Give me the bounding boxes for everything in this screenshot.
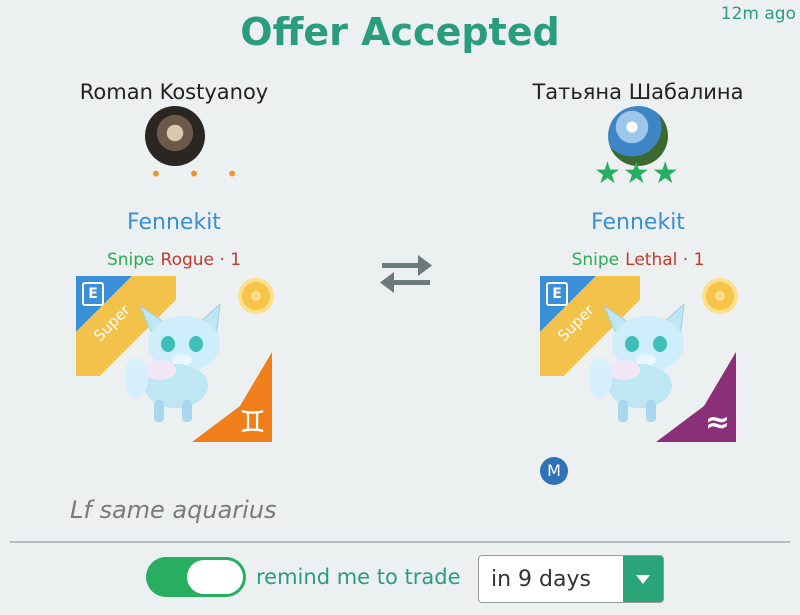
right-tag-lethal: Lethal · 1 [625, 250, 705, 270]
right-event-badge: E [546, 282, 568, 306]
right-pokemon-name[interactable]: Fennekit [488, 210, 788, 235]
timestamp: 12m ago [720, 4, 796, 24]
aquarius-icon: ≈ [704, 405, 730, 440]
left-event-badge: E [82, 282, 104, 306]
m-badge: M [540, 457, 568, 485]
left-rating-dots: • • • [150, 162, 249, 186]
toggle-knob [187, 560, 243, 594]
left-tag-rogue: Rogue · 1 [160, 250, 242, 270]
remind-toggle[interactable] [146, 557, 246, 597]
page-title: Offer Accepted [240, 10, 560, 54]
select-dropdown-button[interactable] [623, 556, 663, 602]
left-pokemon-card[interactable]: E Super ♊ [76, 276, 272, 442]
left-tags: Snipe Rogue · 1 [24, 250, 324, 270]
right-user-name[interactable]: Татьяна Шабалина [488, 80, 788, 104]
fennekit-sprite [126, 304, 221, 422]
gemini-icon: ♊ [239, 405, 266, 440]
divider [10, 541, 790, 543]
swap-arrows-icon [380, 255, 432, 293]
remind-label: remind me to trade [256, 565, 461, 589]
offer-note: Lf same aquarius [70, 496, 277, 524]
right-pokemon-card[interactable]: E Super ≈ [540, 276, 736, 442]
left-user-name[interactable]: Roman Kostyanoy [24, 80, 324, 104]
right-rating-stars: ★★★ [594, 156, 681, 191]
remind-interval-select[interactable]: in 9 days [478, 555, 664, 603]
left-tag-snipe: Snipe [106, 250, 155, 270]
select-value: in 9 days [491, 567, 591, 592]
fennekit-sprite [590, 304, 685, 422]
chevron-down-icon [636, 575, 650, 584]
right-tag-snipe: Snipe [571, 250, 620, 270]
right-tags: Snipe Lethal · 1 [488, 250, 788, 270]
sun-icon [706, 282, 734, 310]
left-pokemon-name[interactable]: Fennekit [24, 210, 324, 235]
sun-icon [242, 282, 270, 310]
left-avatar[interactable] [145, 106, 205, 166]
